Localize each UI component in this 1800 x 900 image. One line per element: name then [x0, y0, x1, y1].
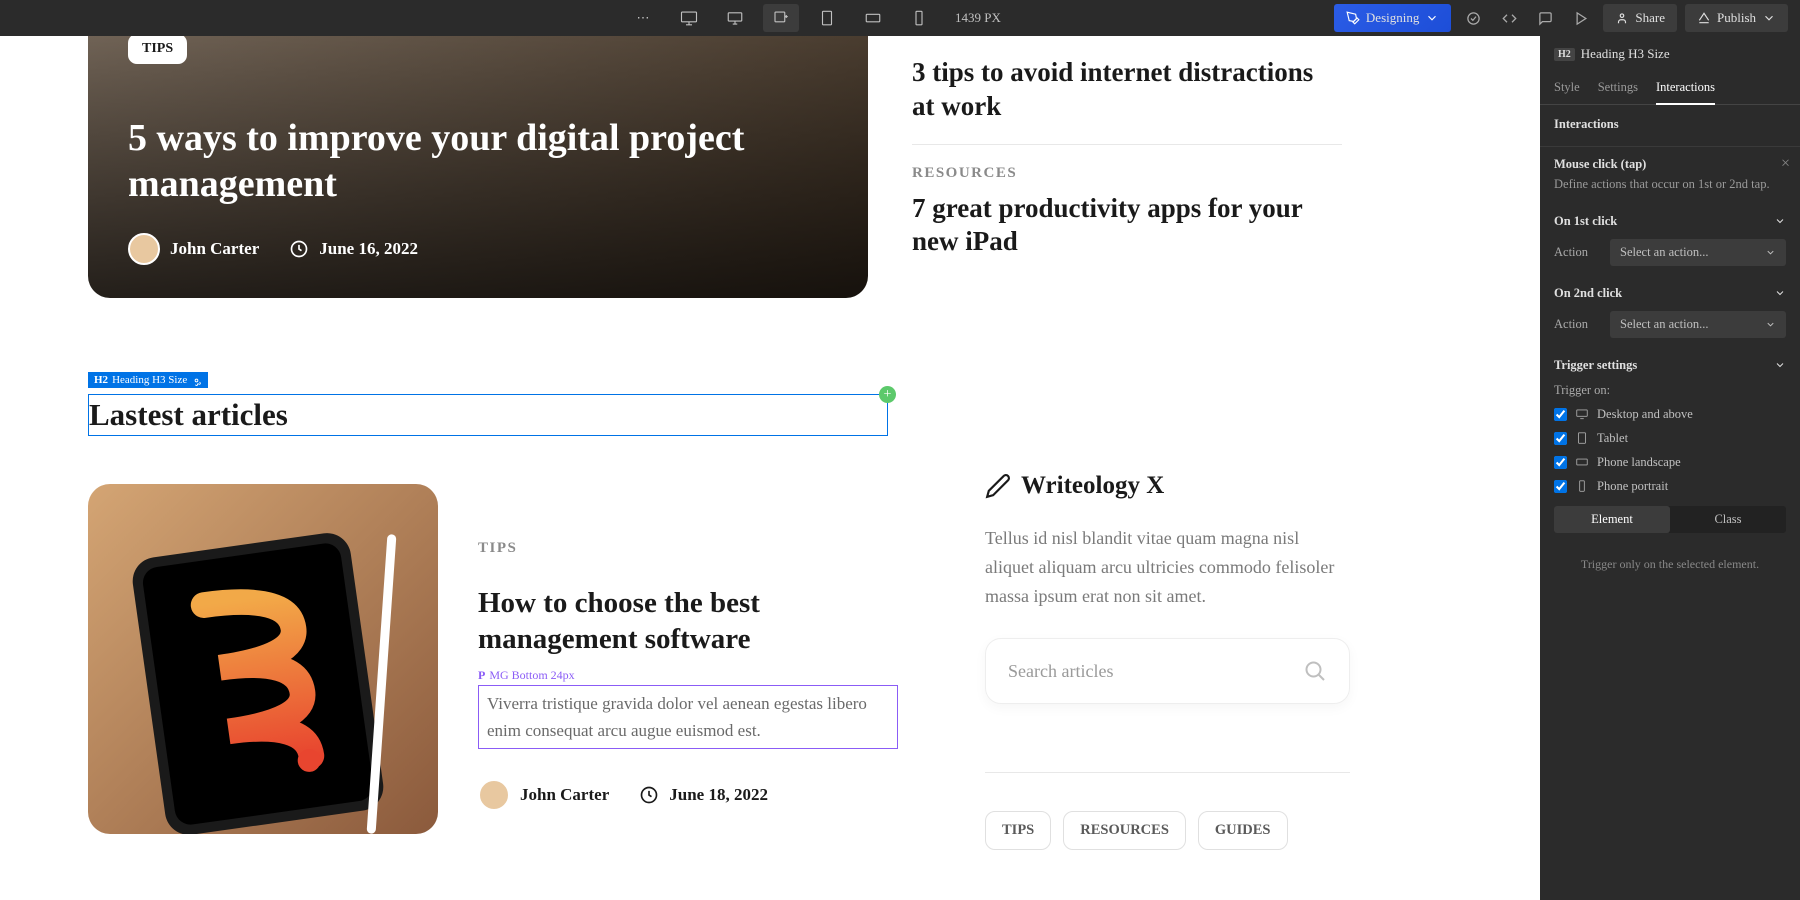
selected-element-wrapper[interactable]: H2 Heading H3 Size + Lastest articles: [88, 394, 888, 436]
article-title: How to choose the best management softwa…: [478, 585, 898, 658]
action-label: Action: [1554, 317, 1598, 332]
checkbox-desktop[interactable]: Desktop and above: [1554, 407, 1786, 422]
pen-icon: [985, 473, 1011, 499]
canvas-dimensions[interactable]: 1439 PX: [955, 10, 1001, 26]
design-canvas[interactable]: TIPS 5 ways to improve your digital proj…: [0, 36, 1540, 900]
clock-icon: [289, 239, 309, 259]
hero-tag-badge: TIPS: [128, 36, 187, 64]
search-icon: [1303, 659, 1327, 683]
tag-pill[interactable]: RESOURCES: [1063, 811, 1186, 850]
paragraph-class-badge[interactable]: PMG Bottom 24px: [478, 668, 898, 683]
checkbox-phone-portrait[interactable]: Phone portrait: [1554, 479, 1786, 494]
tag-list: TIPS RESOURCES GUIDES: [985, 772, 1350, 850]
audit-icon[interactable]: [1459, 4, 1487, 32]
panel-tabs: Style Settings Interactions: [1540, 72, 1800, 105]
tab-interactions[interactable]: Interactions: [1656, 72, 1715, 105]
widget-description: Tellus id nisl blandit vitae quam magna …: [985, 524, 1350, 610]
article-category: TIPS: [478, 540, 898, 557]
section-on-2nd-click[interactable]: On 2nd click: [1554, 286, 1786, 301]
search-input[interactable]: Search articles: [985, 638, 1350, 704]
breakpoint-desktop-large[interactable]: [671, 4, 707, 32]
side-article-category: RESOURCES: [912, 165, 1342, 182]
breakpoint-switcher: ⋯ 1439 PX: [292, 4, 1334, 32]
breakpoint-desktop[interactable]: [717, 4, 753, 32]
trigger-on-label: Trigger on:: [1554, 383, 1786, 398]
more-menu[interactable]: ⋯: [625, 4, 661, 32]
h2-icon: H2: [94, 374, 108, 386]
article-thumbnail: [88, 484, 438, 834]
trigger-scope-segmented[interactable]: Element Class: [1554, 506, 1786, 533]
breakpoint-phone-portrait[interactable]: [901, 4, 937, 32]
avatar: [128, 233, 160, 265]
side-article[interactable]: RESOURCES 7 great productivity apps for …: [912, 144, 1342, 280]
section-on-1st-click[interactable]: On 1st click: [1554, 214, 1786, 229]
publish-button[interactable]: Publish: [1685, 4, 1788, 32]
preview-icon[interactable]: [1567, 4, 1595, 32]
article-description[interactable]: Viverra tristique gravida dolor vel aene…: [478, 685, 898, 749]
section-trigger-settings[interactable]: Trigger settings: [1554, 358, 1786, 373]
tab-settings[interactable]: Settings: [1598, 72, 1638, 104]
selection-breadcrumb[interactable]: H2 Heading H3 Size: [1540, 36, 1800, 72]
add-element-button[interactable]: +: [879, 386, 896, 403]
trigger-description: Define actions that occur on 1st or 2nd …: [1554, 176, 1786, 194]
tag-pill[interactable]: TIPS: [985, 811, 1051, 850]
article-date: June 18, 2022: [639, 785, 768, 805]
search-placeholder: Search articles: [1008, 661, 1113, 682]
action-select[interactable]: Select an action...: [1610, 239, 1786, 266]
code-icon[interactable]: [1495, 4, 1523, 32]
hero-title: 5 ways to improve your digital project m…: [128, 116, 828, 207]
hero-card[interactable]: TIPS 5 ways to improve your digital proj…: [88, 36, 868, 298]
checkbox-phone-landscape[interactable]: Phone landscape: [1554, 455, 1786, 470]
phone-portrait-icon: [1575, 479, 1589, 493]
chevron-down-icon: [1765, 319, 1776, 330]
interaction-trigger-card[interactable]: × Mouse click (tap) Define actions that …: [1540, 147, 1800, 204]
share-button[interactable]: Share: [1603, 4, 1677, 32]
side-article-title: 7 great productivity apps for your new i…: [912, 192, 1342, 260]
clock-icon: [639, 785, 659, 805]
action-label: Action: [1554, 245, 1598, 260]
selection-badge[interactable]: H2 Heading H3 Size: [88, 372, 208, 388]
hero-author: John Carter: [128, 233, 259, 265]
trigger-title: Mouse click (tap): [1554, 157, 1786, 172]
selected-heading[interactable]: Lastest articles: [88, 394, 888, 436]
sidebar-widget: Writeology X Tellus id nisl blandit vita…: [985, 472, 1350, 850]
phone-landscape-icon: [1575, 455, 1589, 469]
chevron-down-icon: [1774, 359, 1786, 371]
checkbox-tablet[interactable]: Tablet: [1554, 431, 1786, 446]
chevron-down-icon: [1774, 287, 1786, 299]
hero-date: June 16, 2022: [289, 239, 418, 259]
chevron-down-icon: [1774, 215, 1786, 227]
side-article[interactable]: 3 tips to avoid internet distractions at…: [912, 36, 1342, 144]
h2-icon: H2: [1554, 48, 1575, 61]
breakpoint-custom[interactable]: [763, 4, 799, 32]
desktop-icon: [1575, 407, 1589, 421]
tablet-icon: [1575, 431, 1589, 445]
breakpoint-phone-landscape[interactable]: [855, 4, 891, 32]
side-article-list: 3 tips to avoid internet distractions at…: [912, 36, 1342, 279]
segment-class[interactable]: Class: [1670, 506, 1786, 533]
widget-title: Writeology X: [985, 472, 1350, 500]
avatar: [478, 779, 510, 811]
action-select[interactable]: Select an action...: [1610, 311, 1786, 338]
chevron-down-icon: [1765, 247, 1776, 258]
breakpoint-tablet[interactable]: [809, 4, 845, 32]
mode-switcher[interactable]: Designing: [1334, 4, 1451, 32]
gear-icon[interactable]: [191, 375, 202, 386]
side-article-title: 3 tips to avoid internet distractions at…: [912, 56, 1342, 124]
tag-pill[interactable]: GUIDES: [1198, 811, 1288, 850]
tab-style[interactable]: Style: [1554, 72, 1580, 104]
comment-icon[interactable]: [1531, 4, 1559, 32]
section-title: Interactions: [1554, 117, 1786, 132]
trigger-hint: Trigger only on the selected element.: [1540, 543, 1800, 586]
inspector-panel: H2 Heading H3 Size Style Settings Intera…: [1540, 36, 1800, 900]
article-author: John Carter: [478, 779, 609, 811]
close-icon[interactable]: ×: [1781, 155, 1790, 173]
segment-element[interactable]: Element: [1554, 506, 1670, 533]
top-toolbar: ⋯ 1439 PX Designing Share Publish: [0, 0, 1800, 36]
